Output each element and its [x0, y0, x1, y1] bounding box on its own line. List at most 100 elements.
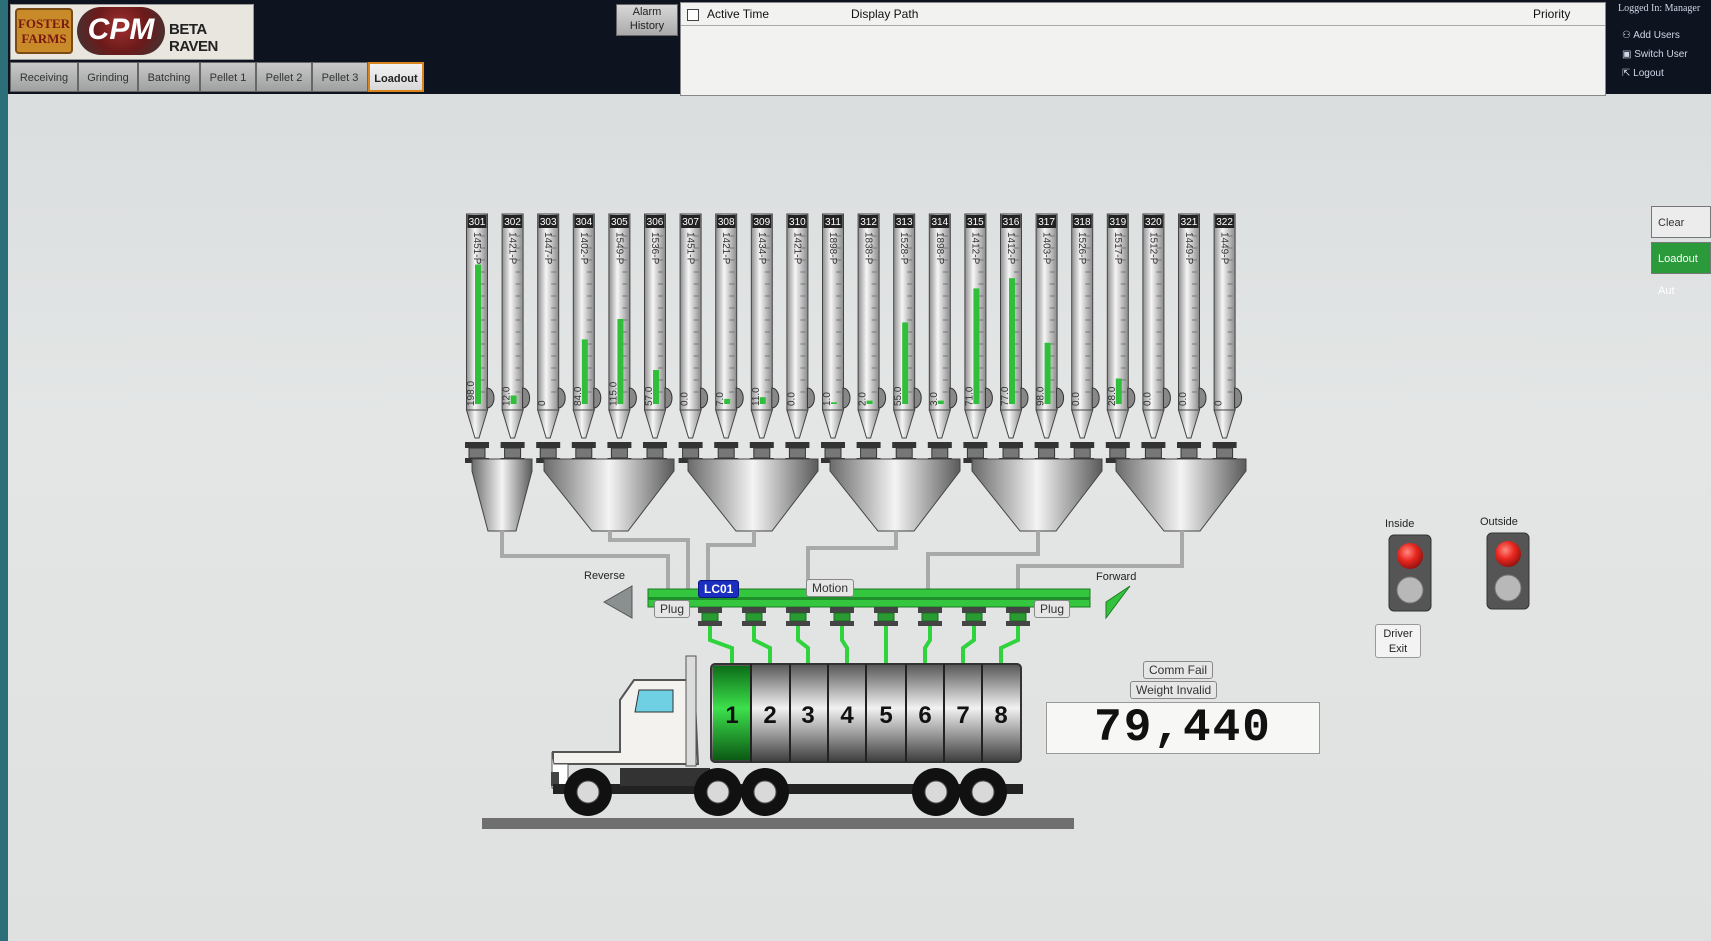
compartment-8[interactable]: 8 [994, 702, 1007, 729]
silo-product-label: 1528-P [898, 232, 909, 265]
silo-id-label: 315 [967, 217, 984, 228]
conveyor-gate-1[interactable] [698, 607, 734, 664]
reverse-arrow-icon[interactable] [602, 585, 633, 619]
silo-302[interactable]: 302 1421-P 12.0 [500, 213, 531, 463]
loadout-diagram: 3011451-P198.03021421-P12.03031447-P0304… [465, 213, 1530, 829]
silo-gate-valve [1177, 442, 1201, 448]
silo-315[interactable]: 315 1412-P 71.0 [963, 213, 993, 463]
silo-311[interactable]: 311 1898-P 1.0 [821, 213, 851, 463]
silo-id-label: 321 [1181, 217, 1198, 228]
weight-invalid-status: Weight Invalid [1130, 681, 1218, 699]
conveyor-gate-3[interactable] [786, 607, 810, 664]
silo-cone [572, 409, 595, 439]
silo-309[interactable]: 309 1434-P 11.0 [749, 213, 780, 463]
compartment-3[interactable]: 3 [801, 702, 814, 729]
silo-321[interactable]: 321 1449-P 0.0 [1177, 213, 1207, 463]
silo-cone [893, 409, 916, 439]
silo-level-value: 7.0 [715, 392, 726, 406]
silo-301[interactable]: 301 1451-P 198.0 [465, 213, 495, 463]
compartment-2[interactable]: 2 [763, 702, 776, 729]
conveyor-gate-4[interactable] [830, 607, 854, 664]
silo-level-value: 198.0 [466, 381, 477, 406]
conveyor-gate-6[interactable] [918, 607, 942, 664]
silo-gate-valve [678, 442, 703, 448]
wheel [741, 768, 789, 816]
silo-vibrator-icon [842, 387, 851, 409]
truck-grille [551, 772, 559, 786]
compartment-5[interactable]: 5 [879, 702, 892, 729]
silo-id-label: 305 [611, 217, 628, 228]
conveyor-gate-7[interactable] [961, 607, 986, 664]
silo-vibrator-icon [1020, 387, 1029, 409]
silo-vibrator-icon [984, 387, 993, 409]
truck-window [634, 689, 674, 713]
red-light-icon [1495, 541, 1521, 567]
silo-vibrator-icon [949, 387, 958, 409]
silo-314[interactable]: 314 1898-P 3.0 [927, 213, 958, 463]
silo-306[interactable]: 306 1536-P 57.0 [643, 213, 673, 463]
silo-id-label: 309 [753, 217, 770, 228]
silo-318[interactable]: 318 1526-P 0.0 [1070, 213, 1100, 463]
silo-319[interactable]: 319 1517-P 28.0 [1105, 213, 1136, 463]
silo-gate-body [1109, 447, 1127, 459]
silo-gate-valve [749, 442, 774, 448]
silo-level-value: 3.0 [929, 392, 940, 406]
conveyor-id-badge[interactable]: LC01 [698, 580, 740, 598]
conveyor-gate-5[interactable] [874, 607, 898, 664]
silo-gate-valve [643, 442, 667, 448]
silo-gate-body [931, 447, 949, 459]
forward-arrow-icon[interactable] [1105, 585, 1131, 620]
silo-cone [786, 409, 809, 439]
silo-vibrator-icon [1127, 387, 1136, 409]
truck: 1 2 3 4 5 6 7 8 [482, 655, 1074, 829]
silo-cone [715, 409, 738, 439]
silo-level-value: 28.0 [1107, 386, 1118, 406]
conveyor-gate-2[interactable] [742, 607, 772, 664]
truck-cab [552, 679, 700, 765]
silo-312[interactable]: 312 1838-P 2.0 [856, 213, 887, 463]
conveyor-gate-8[interactable] [999, 607, 1030, 664]
silo-322[interactable]: 322 1449-P 0 [1212, 213, 1243, 463]
silo-vibrator-icon [878, 387, 887, 409]
compartment-1[interactable]: 1 [725, 702, 738, 729]
compartment-6[interactable]: 6 [918, 702, 931, 729]
silo-level-value: 11.0 [751, 387, 762, 406]
hopper-1 [471, 458, 533, 532]
forward-label: Forward [1096, 571, 1137, 583]
hopper-6 [1115, 458, 1247, 532]
compartment-4[interactable]: 4 [840, 702, 854, 729]
green-spout [708, 626, 734, 664]
silo-gate-body [788, 447, 806, 459]
inside-light-label: Inside [1385, 518, 1415, 530]
silo-gate-valve [536, 442, 561, 448]
silo-level-value: 1.0 [822, 392, 833, 406]
wheel [959, 768, 1007, 816]
silo-level-value: 77.0 [1000, 386, 1011, 406]
silo-gate-body [824, 447, 842, 459]
driver-exit-button[interactable]: Driver Exit [1375, 624, 1421, 658]
silo-308[interactable]: 308 1421-P 7.0 [714, 213, 744, 463]
silo-cone [999, 409, 1023, 439]
silo-id-label: 303 [540, 217, 557, 228]
silo-product-label: 1549-P [613, 232, 624, 265]
silo-level-value: 0.0 [1178, 392, 1189, 406]
silo-317[interactable]: 317 1403-P 98.0 [1034, 213, 1065, 463]
silo-310[interactable]: 310 1421-P 0.0 [785, 213, 815, 463]
silo-level-value: 98.0 [1036, 386, 1047, 406]
silo-product-label: 1421-P [507, 232, 518, 265]
silo-gate-body [682, 447, 700, 459]
silo-cone [964, 409, 987, 439]
silo-304[interactable]: 304 1402-P 84.0 [571, 213, 602, 463]
silo-gate-valve [607, 442, 632, 448]
silo-303[interactable]: 303 1447-P 0 [536, 213, 566, 463]
silo-305[interactable]: 305 1549-P 115.0 [607, 213, 637, 463]
silo-307[interactable]: 307 1451-P 0.0 [678, 213, 709, 463]
silo-313[interactable]: 313 1528-P 55.0 [892, 213, 922, 463]
silo-id-label: 316 [1003, 217, 1020, 228]
silo-320[interactable]: 320 1512-P 0.0 [1141, 213, 1171, 463]
silo-cone [1142, 409, 1165, 439]
silo-316[interactable]: 316 1412-P 77.0 [999, 213, 1029, 463]
silo-gate-valve [1141, 442, 1166, 448]
compartment-7[interactable]: 7 [956, 702, 969, 729]
silo-product-label: 1898-P [827, 232, 838, 265]
